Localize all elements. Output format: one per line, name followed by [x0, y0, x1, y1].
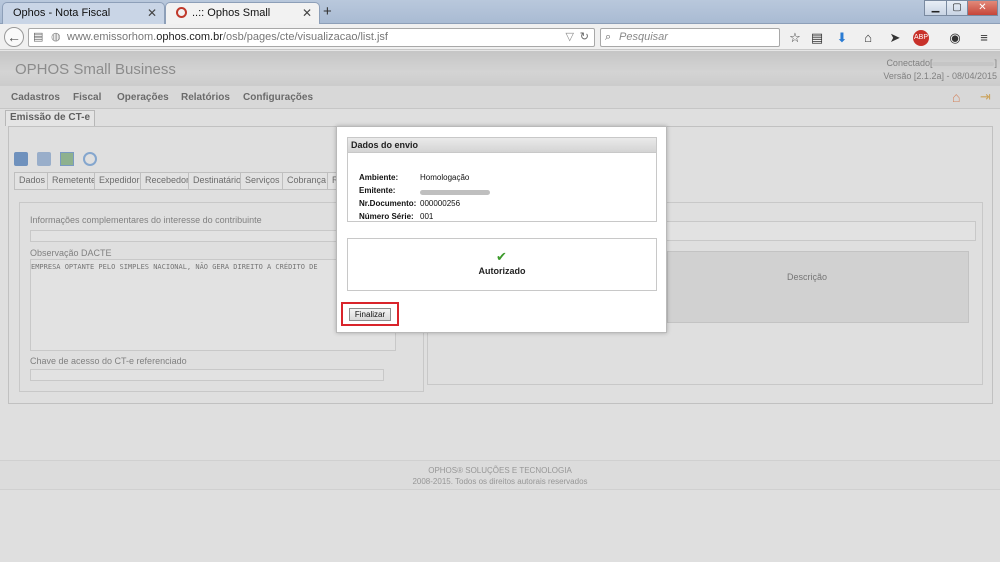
- url-path: /osb/pages/cte/visualizacao/list.jsf: [222, 31, 388, 43]
- minimize-button[interactable]: ▁: [924, 0, 947, 16]
- menu-icon[interactable]: ≡: [976, 30, 992, 46]
- numero-serie-label: Número Série:: [359, 212, 414, 221]
- maximize-button[interactable]: ▢: [946, 0, 968, 16]
- globe-icon: ◍: [51, 31, 61, 43]
- window-close-button[interactable]: ✕: [967, 0, 998, 16]
- browser-tab-bar: Ophos - Nota Fiscal Eletrônica ✕ ..:: Op…: [0, 0, 1000, 39]
- emitente-row: Emitente:: [359, 186, 490, 196]
- reload-icon[interactable]: ↻: [580, 29, 589, 46]
- url-prefix: www.emissorhom.: [67, 31, 157, 43]
- close-icon[interactable]: ✕: [302, 3, 312, 23]
- search-icon: ⌕: [605, 31, 612, 43]
- finalizar-button[interactable]: Finalizar: [349, 308, 391, 321]
- browser-tab-nfe[interactable]: Ophos - Nota Fiscal Eletrônica ✕: [2, 2, 165, 39]
- finalizar-highlight: Finalizar: [341, 302, 399, 326]
- nr-documento-row: Nr.Documento: 000000256: [359, 199, 460, 208]
- check-icon: ✔: [496, 249, 507, 264]
- emitente-label: Emitente:: [359, 186, 396, 195]
- reading-list-icon[interactable]: ▤: [809, 30, 825, 46]
- bookmark-star-icon[interactable]: ☆: [787, 30, 803, 46]
- send-icon[interactable]: ➤: [887, 30, 903, 46]
- ambiente-label: Ambiente:: [359, 173, 399, 182]
- browser-nav-bar: ← ▤ ◍ www.emissorhom.ophos.com.br/osb/pa…: [0, 24, 1000, 50]
- ambiente-value: Homologação: [420, 173, 470, 182]
- close-icon[interactable]: ✕: [147, 3, 157, 23]
- numero-serie-value: 001: [420, 212, 434, 221]
- back-arrow-icon[interactable]: ←: [4, 27, 24, 47]
- chat-icon[interactable]: ◉: [947, 30, 963, 46]
- search-placeholder: Pesquisar: [619, 31, 668, 43]
- url-domain: ophos.com.br: [156, 31, 223, 43]
- search-input[interactable]: ⌕ Pesquisar: [600, 28, 780, 47]
- adblock-icon[interactable]: ABP: [913, 30, 929, 46]
- opera-icon: [176, 7, 187, 18]
- ambiente-row: Ambiente: Homologação: [359, 173, 469, 182]
- address-bar[interactable]: ▤ ◍ www.emissorhom.ophos.com.br/osb/page…: [28, 28, 595, 47]
- page-icon: ▤: [33, 31, 44, 43]
- browser-tab-ophos[interactable]: ..:: Ophos Small Business ✕: [165, 2, 320, 39]
- home-icon[interactable]: ⌂: [860, 30, 876, 46]
- new-tab-button[interactable]: +: [323, 3, 332, 20]
- nr-documento-label: Nr.Documento:: [359, 199, 417, 208]
- send-result-dialog: Dados do envio Ambiente: Homologação Emit…: [336, 126, 667, 333]
- status-box: ✔ Autorizado: [347, 238, 657, 291]
- send-details-box: Dados do envio Ambiente: Homologação Emit…: [347, 137, 657, 222]
- dialog-title: Dados do envio: [348, 138, 656, 153]
- dropdown-icon[interactable]: ▽: [566, 29, 574, 46]
- redacted-emitente: [420, 190, 490, 196]
- emitente-value: [420, 188, 490, 197]
- numero-serie-row: Número Série: 001: [359, 212, 433, 221]
- status-label: Autorizado: [478, 266, 526, 276]
- nr-documento-value: 000000256: [420, 199, 461, 208]
- download-icon[interactable]: ⬇: [834, 30, 850, 46]
